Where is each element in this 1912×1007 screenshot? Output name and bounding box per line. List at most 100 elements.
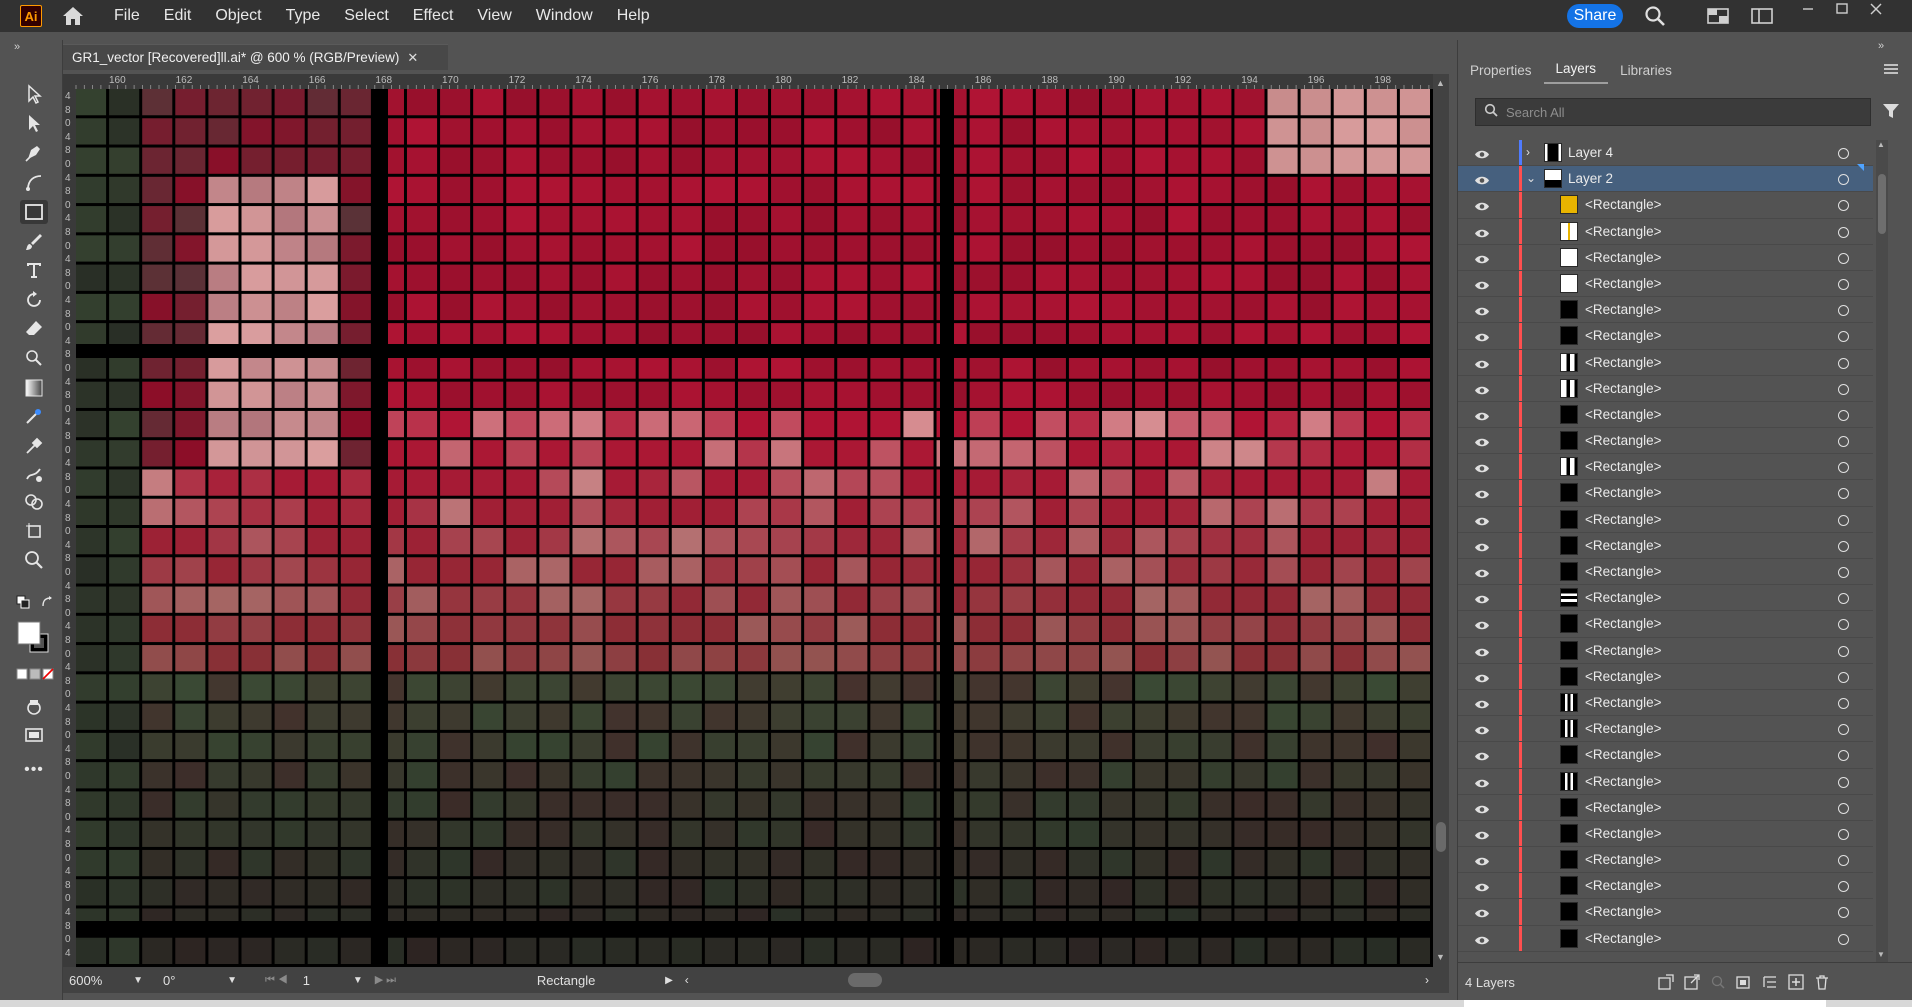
search-icon[interactable] [1643, 5, 1667, 27]
visibility-eye-icon[interactable] [1474, 933, 1490, 951]
visibility-eye-icon[interactable] [1474, 645, 1490, 663]
scroll-up-icon[interactable]: ▲ [1877, 140, 1885, 149]
make-clipping-mask-icon[interactable] [1736, 974, 1752, 990]
collect-for-export-icon[interactable] [1658, 974, 1674, 990]
target-circle-icon[interactable] [1838, 828, 1849, 840]
sublayer-row[interactable]: <Rectangle> [1458, 925, 1873, 952]
tab-properties[interactable]: Properties [1458, 63, 1544, 84]
sublayer-row[interactable]: <Rectangle> [1458, 244, 1873, 271]
target-circle-icon[interactable] [1838, 881, 1849, 893]
sublayer-row[interactable]: <Rectangle> [1458, 428, 1873, 455]
visibility-eye-icon[interactable] [1474, 697, 1490, 715]
sublayer-row[interactable]: <Rectangle> [1458, 820, 1873, 848]
target-circle-icon[interactable] [1838, 855, 1849, 867]
visibility-eye-icon[interactable] [1474, 173, 1490, 191]
target-circle-icon[interactable] [1838, 697, 1849, 709]
visibility-eye-icon[interactable] [1474, 435, 1490, 453]
home-icon[interactable] [60, 3, 86, 29]
sublayer-row[interactable]: <Rectangle> [1458, 454, 1873, 481]
target-circle-icon[interactable] [1838, 593, 1849, 605]
menu-type[interactable]: Type [274, 0, 333, 32]
visibility-eye-icon[interactable] [1474, 252, 1490, 270]
visibility-eye-icon[interactable] [1474, 304, 1490, 322]
target-circle-icon[interactable] [1838, 907, 1849, 919]
layer-scroll-thumb[interactable] [1878, 174, 1886, 234]
close-tab-icon[interactable]: ✕ [407, 50, 418, 66]
color-mode-icons[interactable] [16, 667, 56, 685]
visibility-eye-icon[interactable] [1474, 330, 1490, 348]
sublayer-row[interactable]: <Rectangle> [1458, 689, 1873, 717]
sublayer-row[interactable]: <Rectangle> [1458, 401, 1873, 429]
visibility-eye-icon[interactable] [1474, 540, 1490, 558]
workspace-switcher-icon[interactable] [1750, 5, 1774, 27]
scroll-up-icon[interactable]: ▲ [1436, 78, 1445, 88]
sublayer-row[interactable]: <Rectangle> [1458, 270, 1873, 298]
menu-effect[interactable]: Effect [401, 0, 466, 32]
zoom-tool-icon[interactable] [20, 548, 48, 572]
target-circle-icon[interactable] [1838, 567, 1849, 578]
visibility-eye-icon[interactable] [1474, 409, 1490, 427]
visibility-eye-icon[interactable] [1474, 566, 1490, 584]
direct-selection-tool-icon[interactable] [20, 111, 48, 135]
visibility-eye-icon[interactable] [1474, 671, 1490, 689]
artboard-tool-icon[interactable] [20, 519, 48, 543]
sublayer-row[interactable]: <Rectangle> [1458, 899, 1873, 926]
menu-view[interactable]: View [465, 0, 523, 32]
puppet-warp-tool-icon[interactable] [20, 346, 48, 370]
visibility-eye-icon[interactable] [1474, 487, 1490, 505]
visibility-eye-icon[interactable] [1474, 461, 1490, 479]
target-circle-icon[interactable] [1838, 724, 1849, 736]
status-menu-arrow-icon[interactable]: ▶ [659, 970, 679, 990]
collapse-toolbox-icon[interactable]: » [14, 41, 20, 53]
menu-select[interactable]: Select [332, 0, 400, 32]
rotation-field[interactable]: 0° ▼ [157, 970, 243, 990]
tab-libraries[interactable]: Libraries [1608, 63, 1684, 84]
visibility-eye-icon[interactable] [1474, 723, 1490, 741]
chevron-down-icon[interactable]: ⌄ [1526, 171, 1536, 185]
sublayer-row[interactable]: <Rectangle> [1458, 192, 1873, 219]
sublayer-row[interactable]: <Rectangle> [1458, 611, 1873, 638]
pen-tool-icon[interactable] [20, 140, 48, 164]
menu-file[interactable]: File [102, 0, 152, 32]
panel-menu-icon[interactable] [1883, 62, 1899, 80]
target-circle-icon[interactable] [1838, 148, 1849, 159]
maximize-icon[interactable] [1830, 0, 1854, 18]
curvature-tool-icon[interactable] [20, 170, 48, 194]
screen-mode-icon[interactable] [20, 723, 48, 747]
gradient-tool-icon[interactable] [20, 376, 48, 400]
mesh-tool-icon[interactable] [20, 404, 48, 428]
target-circle-icon[interactable] [1838, 802, 1849, 814]
target-circle-icon[interactable] [1838, 200, 1849, 212]
scroll-left-icon[interactable]: ‹ [679, 970, 695, 990]
target-circle-icon[interactable] [1838, 645, 1849, 657]
chevron-right-icon[interactable]: › [1526, 145, 1530, 159]
target-circle-icon[interactable] [1838, 383, 1849, 395]
vertical-ruler[interactable]: 4804804804804804804804804804804804804804… [63, 89, 77, 967]
target-circle-icon[interactable] [1838, 671, 1849, 683]
default-fill-stroke-icon[interactable] [16, 595, 30, 614]
sublayer-row[interactable]: <Rectangle> [1458, 323, 1873, 350]
horizontal-scroll-thumb[interactable] [848, 973, 882, 987]
visibility-eye-icon[interactable] [1474, 618, 1490, 636]
sublayer-row[interactable]: <Rectangle> [1458, 506, 1873, 533]
visibility-eye-icon[interactable] [1474, 226, 1490, 244]
visibility-eye-icon[interactable] [1474, 278, 1490, 296]
sublayer-row[interactable]: <Rectangle> [1458, 559, 1873, 586]
visibility-eye-icon[interactable] [1474, 383, 1490, 401]
visibility-eye-icon[interactable] [1474, 147, 1490, 165]
layer-list-scrollbar[interactable]: ▲ ▼ [1876, 140, 1888, 962]
artboard-number-field[interactable]: 1 ▼ [297, 970, 369, 990]
share-button[interactable]: Share [1567, 4, 1623, 28]
menu-window[interactable]: Window [524, 0, 605, 32]
target-circle-icon[interactable] [1838, 750, 1849, 762]
target-circle-icon[interactable] [1838, 514, 1849, 526]
visibility-eye-icon[interactable] [1474, 514, 1490, 532]
eraser-tool-icon[interactable] [20, 316, 48, 340]
sublayer-row[interactable]: <Rectangle> [1458, 297, 1873, 324]
sublayer-row[interactable]: <Rectangle> [1458, 480, 1873, 507]
layer-row[interactable]: ⌄ Layer 2 [1458, 164, 1873, 193]
menu-help[interactable]: Help [605, 0, 662, 32]
visibility-eye-icon[interactable] [1474, 776, 1490, 794]
sublayer-row[interactable]: <Rectangle> [1458, 637, 1873, 664]
target-circle-icon[interactable] [1838, 278, 1849, 290]
